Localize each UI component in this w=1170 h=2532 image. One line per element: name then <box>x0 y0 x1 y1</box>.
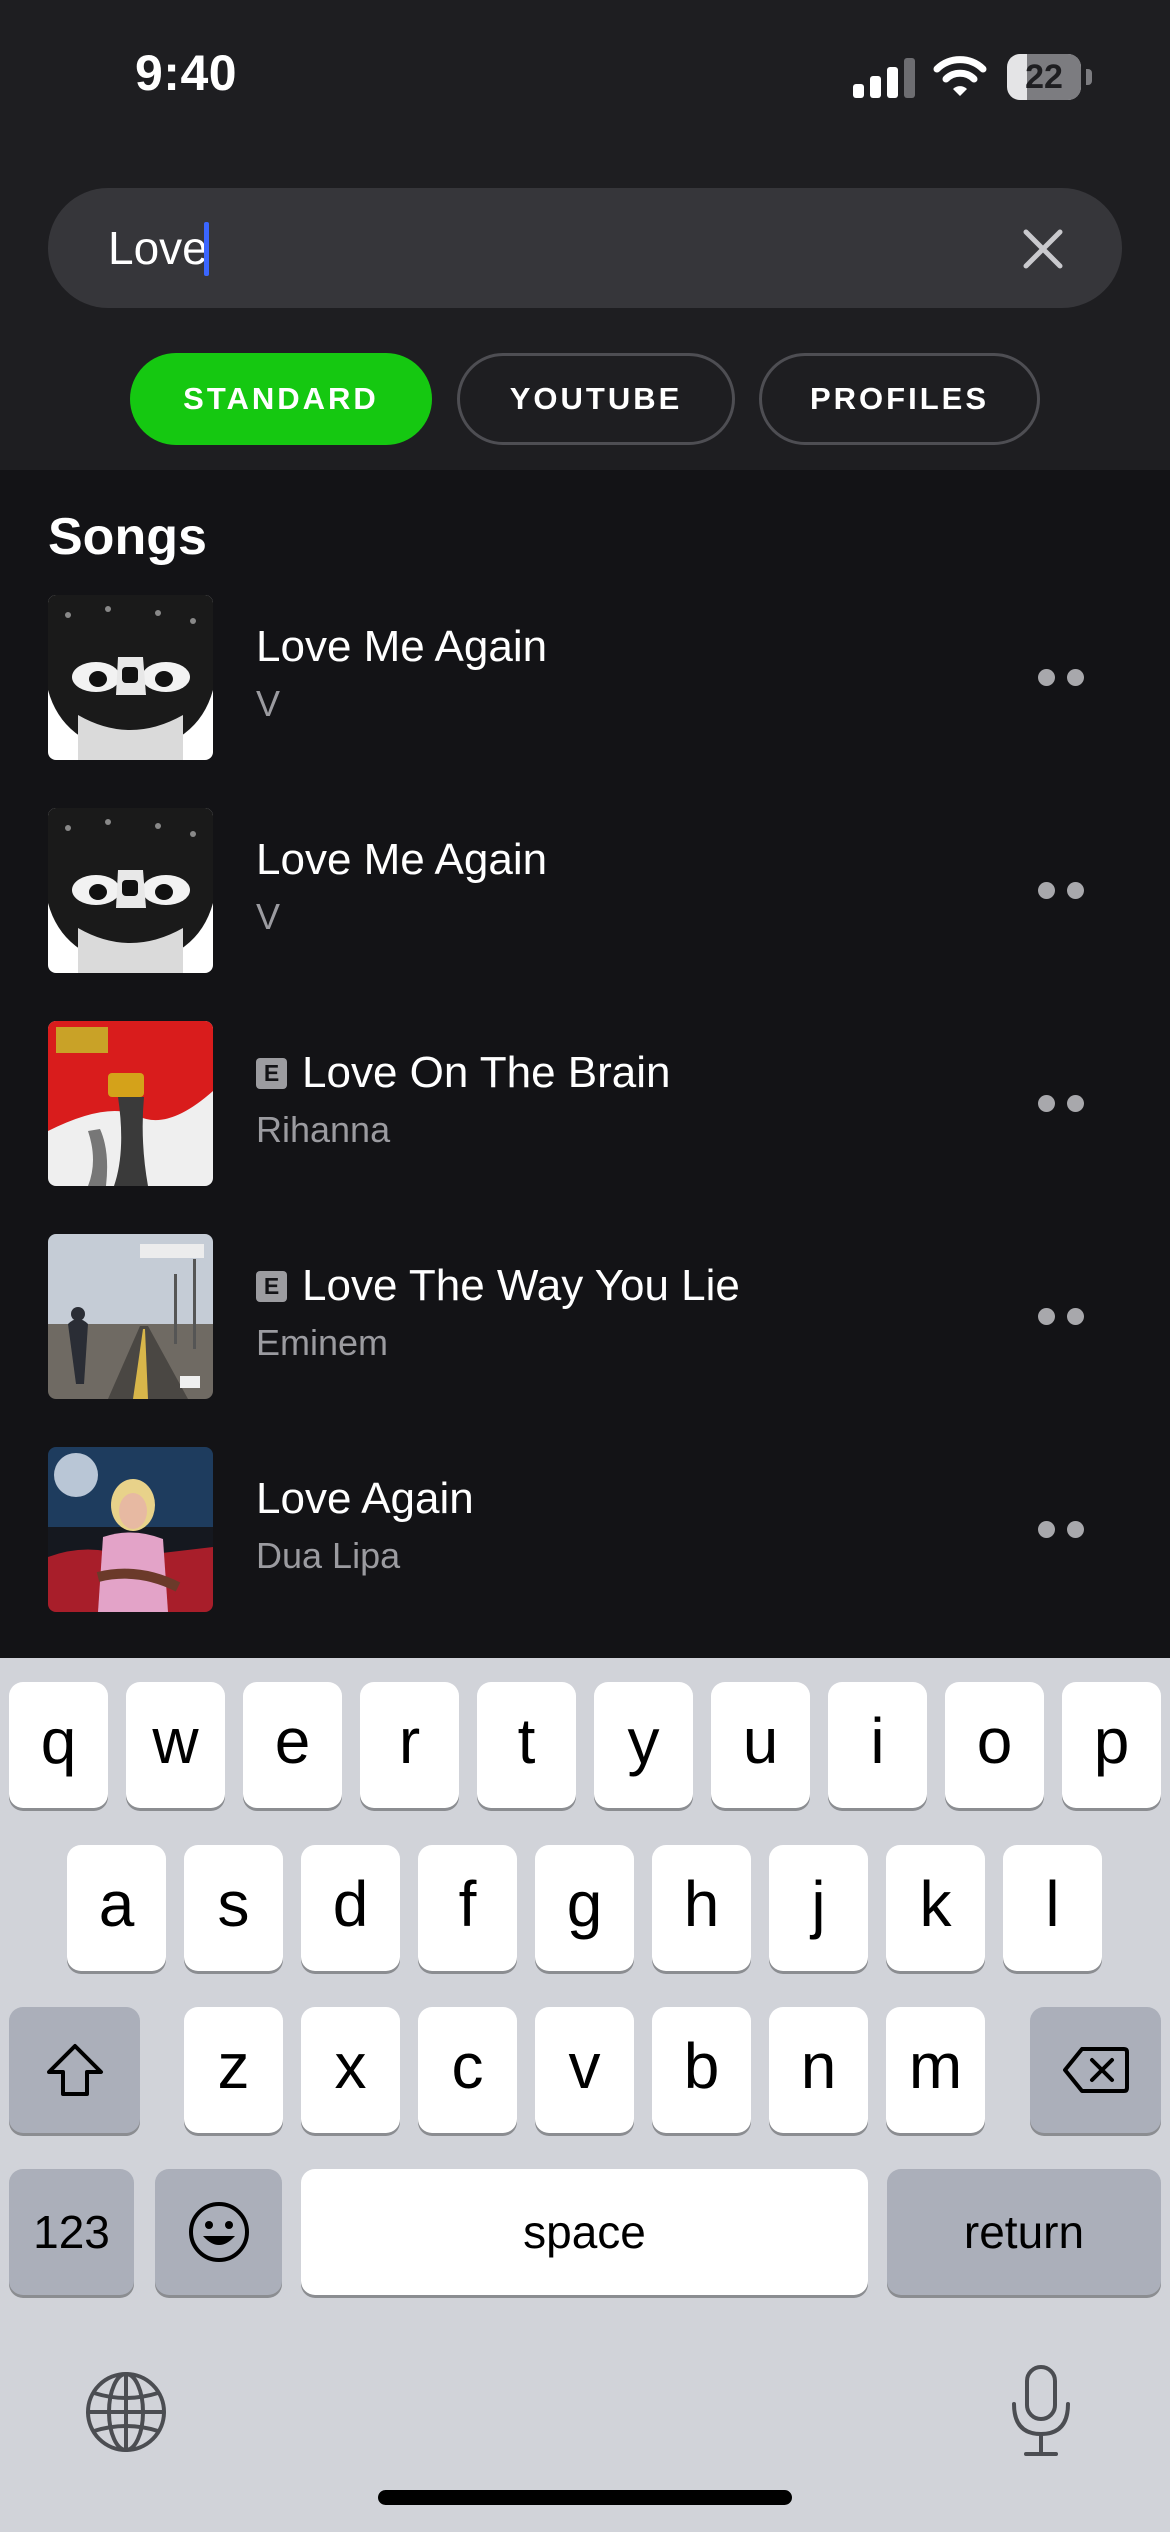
clear-search-icon[interactable] <box>1020 226 1066 272</box>
key-f[interactable]: f <box>418 1845 517 1971</box>
text-cursor <box>204 222 209 276</box>
return-key[interactable]: return <box>887 2169 1161 2295</box>
key-h[interactable]: h <box>652 1845 751 1971</box>
section-title-songs: Songs <box>48 508 207 566</box>
key-m[interactable]: m <box>886 2007 985 2133</box>
key-i[interactable]: i <box>828 1682 927 1808</box>
key-b[interactable]: b <box>652 2007 751 2133</box>
key-u[interactable]: u <box>711 1682 810 1808</box>
key-l[interactable]: l <box>1003 1845 1102 1971</box>
key-e[interactable]: e <box>243 1682 342 1808</box>
album-art <box>48 1021 213 1186</box>
song-title: Love Me Again <box>256 622 548 671</box>
key-o[interactable]: o <box>945 1682 1044 1808</box>
album-art <box>48 1447 213 1612</box>
key-s[interactable]: s <box>184 1845 283 1971</box>
song-title: Love The Way You Lie <box>302 1261 740 1310</box>
filter-youtube-button[interactable]: YOUTUBE <box>457 353 735 445</box>
key-g[interactable]: g <box>535 1845 634 1971</box>
key-z[interactable]: z <box>184 2007 283 2133</box>
key-r[interactable]: r <box>360 1682 459 1808</box>
key-x[interactable]: x <box>301 2007 400 2133</box>
more-options-button[interactable] <box>1030 665 1090 695</box>
song-title: Love Again <box>256 1474 474 1523</box>
song-artist: Rihanna <box>256 1109 391 1150</box>
key-c[interactable]: c <box>418 2007 517 2133</box>
key-j[interactable]: j <box>769 1845 868 1971</box>
battery-icon: 22 <box>1007 54 1092 100</box>
emoji-key[interactable] <box>155 2169 282 2295</box>
space-key[interactable]: space <box>301 2169 868 2295</box>
numbers-key[interactable]: 123 <box>9 2169 134 2295</box>
more-options-button[interactable] <box>1030 1517 1090 1547</box>
more-dots-icon <box>1038 882 1055 899</box>
song-artist: Dua Lipa <box>256 1535 401 1576</box>
key-p[interactable]: p <box>1062 1682 1161 1808</box>
more-options-button[interactable] <box>1030 1091 1090 1121</box>
filter-profiles-button[interactable]: PROFILES <box>759 353 1040 445</box>
backspace-key[interactable] <box>1030 2007 1161 2133</box>
song-row[interactable]: Love Again Dua Lipa <box>0 1447 1170 1617</box>
key-n[interactable]: n <box>769 2007 868 2133</box>
song-row[interactable]: E Love On The Brain Rihanna <box>0 1021 1170 1191</box>
key-q[interactable]: q <box>9 1682 108 1808</box>
shift-icon <box>46 2044 103 2096</box>
key-w[interactable]: w <box>126 1682 225 1808</box>
key-k[interactable]: k <box>886 1845 985 1971</box>
album-art <box>48 1234 213 1399</box>
key-a[interactable]: a <box>67 1845 166 1971</box>
more-dots-icon <box>1038 1308 1055 1325</box>
more-dots-icon <box>1038 669 1055 686</box>
filter-standard-button[interactable]: STANDARD <box>130 353 432 445</box>
song-row[interactable]: Love Me Again V <box>0 595 1170 765</box>
explicit-icon: E <box>256 1270 287 1302</box>
more-dots-icon <box>1038 1521 1055 1538</box>
cellular-signal-icon <box>853 58 915 98</box>
album-art <box>48 808 213 973</box>
shift-key[interactable] <box>9 2007 140 2133</box>
song-artist: V <box>256 896 281 937</box>
song-title: Love Me Again <box>256 835 548 884</box>
more-options-button[interactable] <box>1030 1304 1090 1334</box>
emoji-icon <box>188 2202 249 2262</box>
explicit-icon: E <box>256 1057 287 1089</box>
search-bar[interactable]: Love <box>48 188 1122 308</box>
key-t[interactable]: t <box>477 1682 576 1808</box>
home-indicator[interactable] <box>378 2490 792 2505</box>
album-art <box>48 595 213 760</box>
key-y[interactable]: y <box>594 1682 693 1808</box>
more-dots-icon <box>1038 1095 1055 1112</box>
search-input[interactable]: Love <box>108 188 208 308</box>
song-row[interactable]: Love Me Again V <box>0 808 1170 978</box>
more-options-button[interactable] <box>1030 878 1090 908</box>
key-v[interactable]: v <box>535 2007 634 2133</box>
top-area: 9:40 22 Love STANDARD YOUTUBE PROFILES <box>0 0 1170 470</box>
wifi-icon <box>933 56 987 96</box>
song-row[interactable]: E Love The Way You Lie Eminem <box>0 1234 1170 1404</box>
key-d[interactable]: d <box>301 1845 400 1971</box>
microphone-icon[interactable] <box>1008 2364 1074 2458</box>
globe-icon[interactable] <box>84 2370 168 2454</box>
song-title: Love On The Brain <box>302 1048 671 1097</box>
battery-level: 22 <box>1025 58 1063 96</box>
status-time: 9:40 <box>135 45 238 101</box>
song-artist: Eminem <box>256 1322 389 1363</box>
backspace-icon <box>1062 2047 1129 2093</box>
song-artist: V <box>256 683 281 724</box>
filter-tabs: STANDARD YOUTUBE PROFILES <box>0 353 1170 445</box>
